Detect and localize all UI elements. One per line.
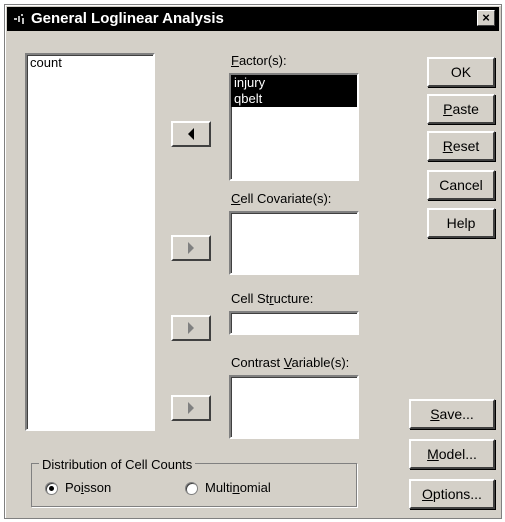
close-icon[interactable]: × (477, 10, 495, 26)
move-right-structure-button[interactable] (171, 315, 211, 341)
help-button[interactable]: Help (427, 208, 495, 238)
cell-structure-field[interactable] (229, 311, 359, 335)
arrow-left-icon (188, 128, 194, 140)
factors-label: Factor(s): (231, 53, 287, 68)
arrow-right-icon (188, 402, 194, 414)
arrow-right-icon (188, 242, 194, 254)
factors-list[interactable]: injury qbelt (229, 73, 359, 181)
cancel-button[interactable]: Cancel (427, 170, 495, 200)
poisson-label[interactable]: Poisson (65, 480, 111, 495)
contrast-variables-list[interactable] (229, 375, 359, 439)
contrast-variables-label: Contrast Variable(s): (231, 355, 350, 370)
options-button[interactable]: Options... (409, 479, 495, 509)
cell-covariates-list[interactable] (229, 211, 359, 275)
dialog-window: General Loglinear Analysis × count Facto… (4, 4, 502, 519)
list-item[interactable]: count (27, 55, 153, 71)
multinomial-radio[interactable] (185, 482, 198, 495)
move-left-factors-button[interactable] (171, 121, 211, 147)
cell-covariates-label: Cell Covariate(s): (231, 191, 332, 206)
cell-structure-label: Cell Structure: (231, 291, 314, 306)
list-item[interactable]: qbelt (231, 91, 357, 107)
model-button[interactable]: Model... (409, 439, 495, 469)
paste-button[interactable]: Paste (427, 94, 495, 124)
poisson-radio[interactable] (45, 482, 58, 495)
save-button[interactable]: Save... (409, 399, 495, 429)
source-variable-list[interactable]: count (25, 53, 155, 431)
multinomial-label[interactable]: Multinomial (205, 480, 271, 495)
move-right-covariates-button[interactable] (171, 235, 211, 261)
reset-button[interactable]: Reset (427, 131, 495, 161)
move-right-contrast-button[interactable] (171, 395, 211, 421)
distribution-group-title: Distribution of Cell Counts (39, 457, 196, 472)
title-bar[interactable]: General Loglinear Analysis × (7, 7, 499, 31)
list-item[interactable]: injury (231, 75, 357, 91)
window-title: General Loglinear Analysis (31, 10, 224, 27)
ok-button[interactable]: OK (427, 57, 495, 87)
arrow-right-icon (188, 322, 194, 334)
app-icon (14, 14, 24, 24)
